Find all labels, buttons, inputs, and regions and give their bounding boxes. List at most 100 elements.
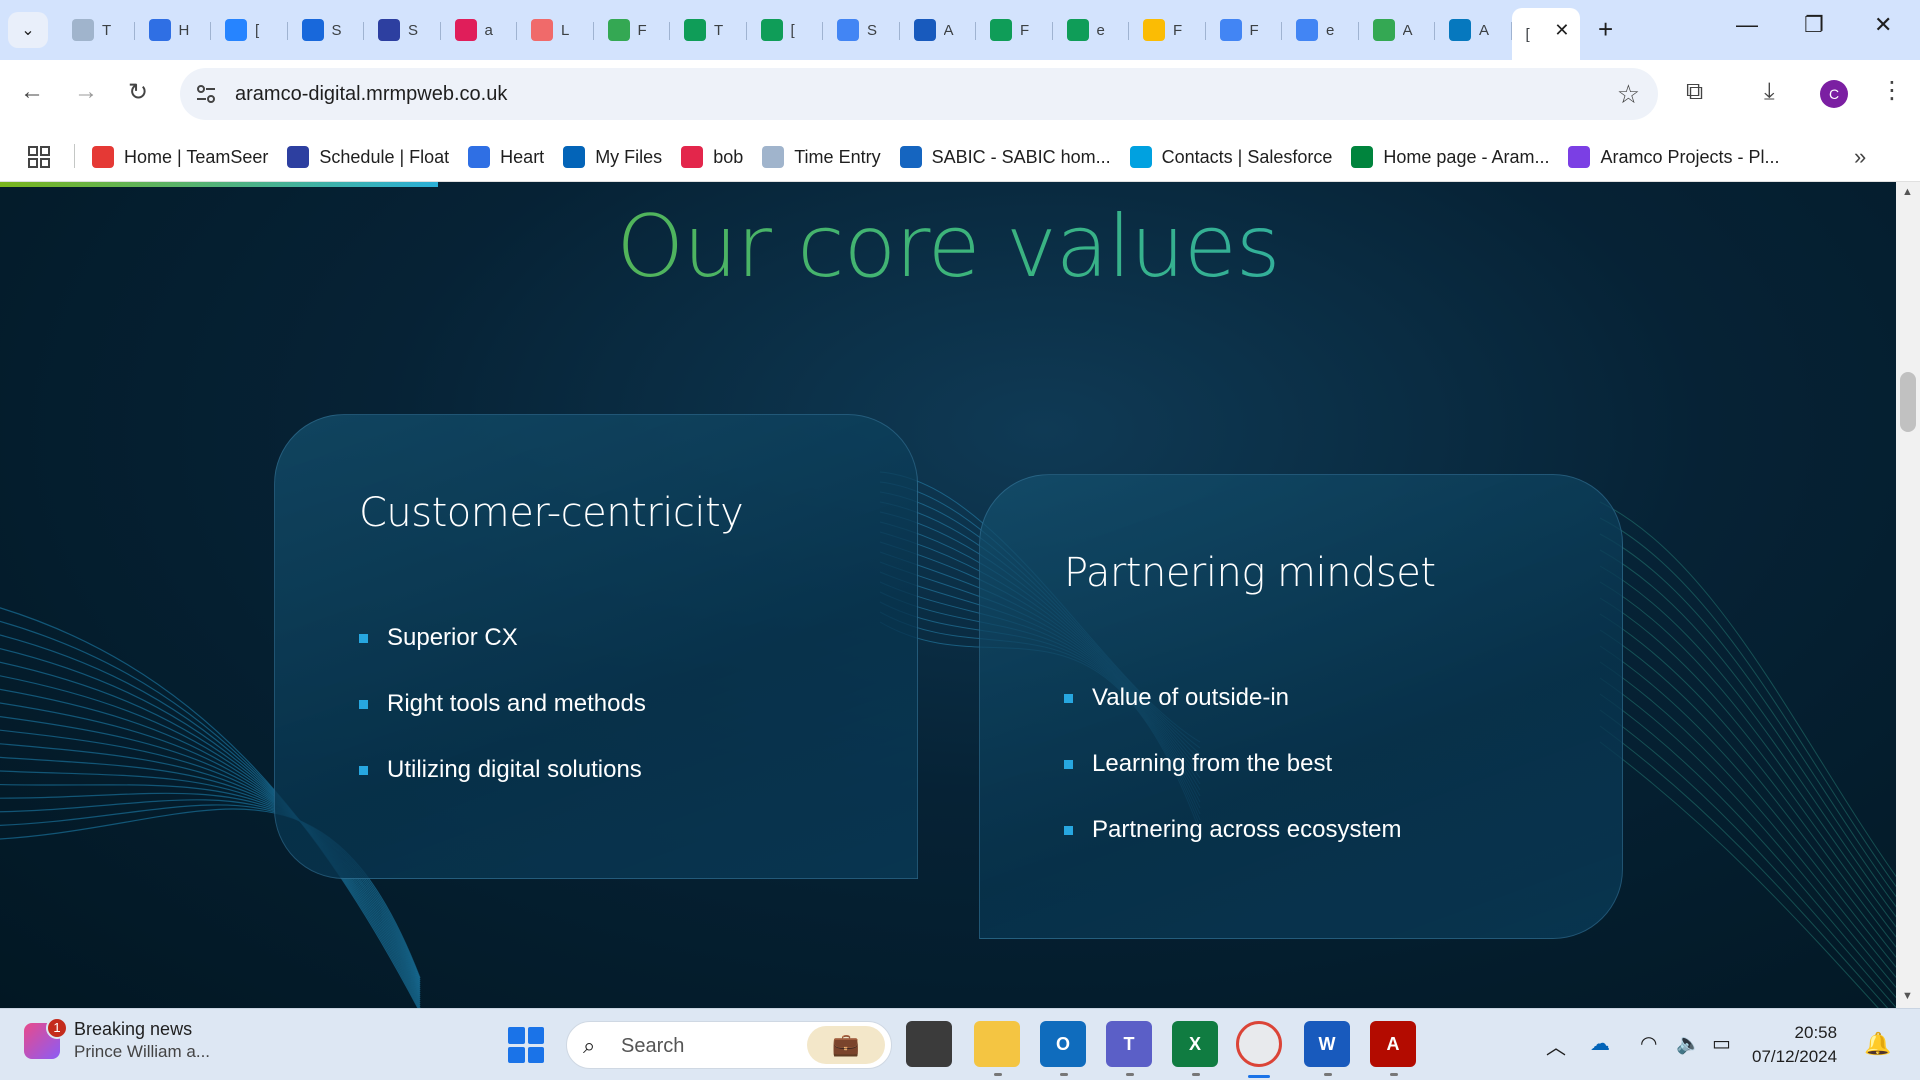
more-bookmarks-icon[interactable]: » — [1854, 144, 1866, 170]
browser-tab[interactable]: T — [670, 8, 747, 52]
scrollbar-thumb[interactable] — [1900, 372, 1916, 432]
wave-line — [1599, 517, 1896, 888]
bookmark-label: Home page - Aram... — [1383, 146, 1550, 167]
start-button[interactable] — [508, 1027, 544, 1063]
url-text[interactable]: aramco-digital.mrmpweb.co.uk — [235, 83, 507, 106]
list-item-text: Utilizing digital solutions — [387, 756, 642, 783]
notification-bell-icon[interactable]: 🔔 — [1864, 1031, 1891, 1057]
tab-search-button[interactable]: ⌄ — [8, 12, 48, 48]
file-explorer-icon[interactable] — [974, 1021, 1020, 1067]
tab-label: S — [408, 21, 419, 39]
forward-button[interactable]: → — [74, 78, 98, 106]
list-item-text: Partnering across ecosystem — [1092, 816, 1402, 843]
task-view-icon[interactable] — [906, 1021, 952, 1067]
site-settings-icon[interactable] — [194, 82, 218, 106]
clock-date: 07/12/2024 — [1752, 1047, 1838, 1066]
battery-icon[interactable]: ▭ — [1712, 1031, 1731, 1056]
bookmark-label: Heart — [500, 146, 545, 167]
bookmark-item[interactable]: Heart — [468, 146, 544, 168]
news-icon: 1 — [24, 1016, 68, 1059]
scroll-up-icon[interactable]: ▲ — [1902, 186, 1913, 198]
browser-tab[interactable]: F — [594, 8, 671, 52]
show-hidden-icons-icon[interactable]: ︿ — [1546, 1031, 1566, 1060]
browser-tab[interactable]: S — [288, 8, 365, 52]
list-item-text: Superior CX — [387, 624, 518, 651]
browser-tab[interactable]: F — [976, 8, 1053, 52]
wave-line — [1599, 549, 1896, 908]
browser-tab[interactable]: L — [517, 8, 594, 52]
tab-label: F — [1020, 21, 1030, 39]
chevron-down-icon: ⌄ — [21, 22, 35, 39]
browser-tab[interactable]: F — [1129, 8, 1206, 52]
excel-icon[interactable]: X — [1172, 1021, 1218, 1067]
tab-strip: ⌄ T H[S Sa L F T[S A Fe F Fe A A[✕ + — ❐ ✕ — [0, 0, 1920, 60]
page-scrollbar[interactable]: ▲ ▼ — [1896, 182, 1920, 1008]
extensions-icon[interactable]: ⧉ — [1686, 78, 1703, 106]
bookmark-item[interactable]: Home page - Aram... — [1351, 146, 1549, 168]
download-icon[interactable]: ⤓ — [1764, 78, 1775, 106]
system-clock[interactable]: 20:58 07/12/2024 — [1752, 1021, 1837, 1069]
minimize-button[interactable]: — — [1736, 12, 1758, 38]
browser-tab[interactable]: S — [823, 8, 900, 52]
bookmark-star-icon[interactable]: ☆ — [1617, 79, 1640, 110]
reload-button[interactable]: ↻ — [128, 78, 148, 107]
browser-tab[interactable]: T — [58, 8, 135, 52]
browser-tab[interactable]: F — [1206, 8, 1283, 52]
browser-tab[interactable]: a — [441, 8, 518, 52]
browser-tab[interactable]: [ — [747, 8, 824, 52]
browser-tab[interactable]: A — [1359, 8, 1436, 52]
bookmark-item[interactable]: bob — [681, 146, 743, 168]
bookmark-label: Contacts | Salesforce — [1161, 146, 1333, 167]
browser-tab[interactable]: [ — [211, 8, 288, 52]
wifi-icon[interactable]: ◠ — [1640, 1031, 1657, 1056]
close-window-button[interactable]: ✕ — [1874, 12, 1892, 38]
active-tab[interactable]: [✕ — [1511, 8, 1580, 60]
apps-grid-icon[interactable] — [28, 146, 50, 168]
bookmark-item[interactable]: Time Entry — [762, 146, 881, 168]
bullet-icon — [1064, 759, 1073, 769]
browser-tab[interactable]: S — [364, 8, 441, 52]
browser-tab[interactable]: A — [900, 8, 977, 52]
briefcase-icon: 💼 — [807, 1026, 885, 1064]
bookmark-item[interactable]: Aramco Projects - Pl... — [1568, 146, 1780, 168]
browser-tab[interactable]: H — [135, 8, 212, 52]
bookmark-label: bob — [713, 146, 744, 167]
address-bar[interactable]: aramco-digital.mrmpweb.co.uk ☆ — [180, 68, 1658, 120]
scroll-down-icon[interactable]: ▼ — [1902, 990, 1913, 1002]
back-button[interactable]: ← — [20, 78, 44, 106]
volume-icon[interactable]: 🔈 — [1676, 1031, 1701, 1056]
new-tab-button[interactable]: + — [1598, 14, 1613, 45]
close-icon: ✕ — [1874, 12, 1893, 37]
tab-label: H — [178, 21, 190, 39]
taskbar-search[interactable]: ⌕ Search 💼 — [566, 1021, 892, 1069]
news-widget[interactable]: 1 Breaking news Prince William a... — [24, 1016, 210, 1062]
outlook-icon[interactable]: O — [1040, 1021, 1086, 1067]
acrobat-icon[interactable]: A — [1370, 1021, 1416, 1067]
profile-avatar[interactable]: C — [1820, 80, 1848, 108]
browser-tab[interactable]: e — [1282, 8, 1359, 52]
browser-tab[interactable]: e — [1053, 8, 1130, 52]
list-item: Right tools and methods — [359, 671, 646, 737]
more-menu-icon[interactable]: ⋮ — [1880, 76, 1904, 105]
jira-icon — [225, 19, 247, 41]
sabic-icon — [899, 146, 922, 168]
tab-label: e — [1326, 21, 1335, 39]
bookmark-item[interactable]: Schedule | Float — [287, 146, 449, 168]
bookmark-item[interactable]: My Files — [563, 146, 662, 168]
confluence-icon — [301, 19, 324, 41]
restore-button[interactable]: ❐ — [1804, 12, 1824, 38]
running-indicator — [1060, 1073, 1068, 1076]
bullet-icon — [1064, 825, 1073, 835]
bookmark-item[interactable]: Home | TeamSeer — [92, 146, 268, 168]
bookmark-item[interactable]: SABIC - SABIC hom... — [899, 146, 1111, 168]
close-tab-icon[interactable]: ✕ — [1554, 20, 1569, 41]
windows-logo-icon — [508, 1027, 525, 1044]
bookmark-item[interactable]: Contacts | Salesforce — [1129, 146, 1333, 168]
tab-label: A — [943, 21, 954, 39]
word-icon[interactable]: W — [1304, 1021, 1350, 1067]
teams-icon[interactable]: T — [1106, 1021, 1152, 1067]
browser-tab[interactable]: A — [1435, 8, 1512, 52]
chrome-icon[interactable] — [1236, 1021, 1282, 1067]
onedrive-icon[interactable]: ☁ — [1590, 1031, 1610, 1056]
arrow-left-icon: ← — [20, 78, 44, 105]
